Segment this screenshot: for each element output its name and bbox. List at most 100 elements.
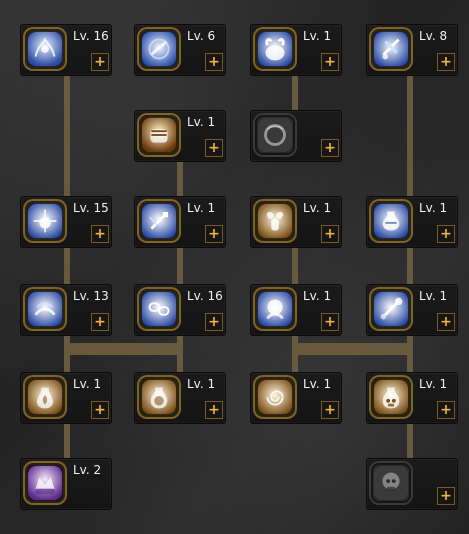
staff-icon-graphic <box>373 291 409 327</box>
skill-slot-r4c2[interactable]: Lv. 16 + <box>134 284 226 336</box>
plus-icon: + <box>324 140 336 156</box>
skill-slot-r1c3[interactable]: Lv. 1 + <box>250 24 342 76</box>
skill-plus-button[interactable]: + <box>321 139 339 157</box>
orb-icon-graphic <box>257 291 293 327</box>
skill-level: Lv. 1 <box>303 29 332 43</box>
skill-plus-button[interactable]: + <box>91 313 109 331</box>
locked-skull-icon-graphic <box>373 465 409 501</box>
ram-horns-icon[interactable] <box>253 199 297 243</box>
arrow-burst-icon[interactable] <box>137 199 181 243</box>
skill-plus-button[interactable]: + <box>91 53 109 71</box>
plus-icon: + <box>208 140 220 156</box>
skill-slot-r5c2[interactable]: Lv. 1 + <box>134 372 226 424</box>
fist-icon-graphic <box>141 117 177 153</box>
plus-icon: + <box>440 314 452 330</box>
plus-icon: + <box>324 314 336 330</box>
skill-plus-button[interactable]: + <box>91 225 109 243</box>
spiral-icon-graphic <box>257 379 293 415</box>
skill-plus-button[interactable]: + <box>205 401 223 419</box>
orb-icon[interactable] <box>253 287 297 331</box>
potion-blue-icon-graphic <box>373 203 409 239</box>
plus-icon: + <box>94 314 106 330</box>
skill-level: Lv. 1 <box>187 201 216 215</box>
blade-swirl-icon[interactable] <box>137 27 181 71</box>
skill-slot-r3c3[interactable]: Lv. 1 + <box>250 196 342 248</box>
blade-swirl-icon-graphic <box>141 31 177 67</box>
locked-skull-icon[interactable] <box>369 461 413 505</box>
potion-blue-icon[interactable] <box>369 199 413 243</box>
fist-icon[interactable] <box>137 113 181 157</box>
chain-icon-graphic <box>141 291 177 327</box>
skill-slot-r4c1[interactable]: Lv. 13 + <box>20 284 112 336</box>
skill-level: Lv. 1 <box>303 289 332 303</box>
skill-plus-button[interactable]: + <box>437 313 455 331</box>
skull-flask-icon-graphic <box>373 379 409 415</box>
plus-icon: + <box>208 314 220 330</box>
scroll-blades-icon[interactable] <box>369 27 413 71</box>
skill-slot-r1c1[interactable]: Lv. 16 + <box>20 24 112 76</box>
shadow-crown-icon[interactable] <box>23 461 67 505</box>
skill-slot-r4c3[interactable]: Lv. 1 + <box>250 284 342 336</box>
spirit-totem-icon[interactable] <box>23 27 67 71</box>
skill-plus-button[interactable]: + <box>205 225 223 243</box>
skill-slot-r3c4[interactable]: Lv. 1 + <box>366 196 458 248</box>
skill-level: Lv. 16 <box>187 289 223 303</box>
flame-flask-icon[interactable] <box>23 375 67 419</box>
skill-level: Lv. 1 <box>303 377 332 391</box>
skill-slot-r5c3[interactable]: Lv. 1 + <box>250 372 342 424</box>
skill-slot-r5c4[interactable]: Lv. 1 + <box>366 372 458 424</box>
skill-slot-r1c4[interactable]: Lv. 8 + <box>366 24 458 76</box>
skill-slot-r4c4[interactable]: Lv. 1 + <box>366 284 458 336</box>
skill-slot-r3c1[interactable]: Lv. 15 + <box>20 196 112 248</box>
plus-icon: + <box>440 226 452 242</box>
skill-level: Lv. 13 <box>73 289 109 303</box>
skill-plus-button[interactable]: + <box>321 401 339 419</box>
light-burst-icon[interactable] <box>23 199 67 243</box>
plus-icon: + <box>324 226 336 242</box>
skill-level: Lv. 2 <box>73 463 102 477</box>
skill-slot-r6c4[interactable]: + <box>366 458 458 510</box>
plus-icon: + <box>440 488 452 504</box>
spirit-totem-icon-graphic <box>27 31 63 67</box>
skill-slot-r2c3[interactable]: + <box>250 110 342 162</box>
flame-flask-icon-graphic <box>27 379 63 415</box>
skill-slot-r6c1[interactable]: Lv. 2 <box>20 458 112 510</box>
locked-ring-icon[interactable] <box>253 113 297 157</box>
skill-plus-button[interactable]: + <box>437 487 455 505</box>
skill-level: Lv. 16 <box>73 29 109 43</box>
skill-level: Lv. 1 <box>419 289 448 303</box>
staff-icon[interactable] <box>369 287 413 331</box>
spiral-icon[interactable] <box>253 375 297 419</box>
skill-slot-r5c1[interactable]: Lv. 1 + <box>20 372 112 424</box>
scroll-blades-icon-graphic <box>373 31 409 67</box>
skill-plus-button[interactable]: + <box>205 313 223 331</box>
potion-gold-icon[interactable] <box>137 375 181 419</box>
shockwave-icon[interactable] <box>23 287 67 331</box>
skull-flask-icon[interactable] <box>369 375 413 419</box>
skill-plus-button[interactable]: + <box>205 139 223 157</box>
plus-icon: + <box>94 226 106 242</box>
skill-level: Lv. 1 <box>303 201 332 215</box>
locked-ring-icon-graphic <box>257 117 293 153</box>
skill-slot-r2c2[interactable]: Lv. 1 + <box>134 110 226 162</box>
chain-icon[interactable] <box>137 287 181 331</box>
plus-icon: + <box>208 402 220 418</box>
skill-plus-button[interactable]: + <box>321 313 339 331</box>
horned-helm-icon[interactable] <box>253 27 297 71</box>
skill-plus-button[interactable]: + <box>437 401 455 419</box>
skill-slot-r1c2[interactable]: Lv. 6 + <box>134 24 226 76</box>
skill-slot-r3c2[interactable]: Lv. 1 + <box>134 196 226 248</box>
skill-plus-button[interactable]: + <box>205 53 223 71</box>
skill-plus-button[interactable]: + <box>321 53 339 71</box>
skill-plus-button[interactable]: + <box>437 53 455 71</box>
horned-helm-icon-graphic <box>257 31 293 67</box>
skill-level: Lv. 8 <box>419 29 448 43</box>
skill-plus-button[interactable]: + <box>437 225 455 243</box>
skill-level: Lv. 1 <box>187 115 216 129</box>
plus-icon: + <box>94 402 106 418</box>
skill-plus-button[interactable]: + <box>321 225 339 243</box>
skill-level: Lv. 1 <box>419 201 448 215</box>
skill-plus-button[interactable]: + <box>91 401 109 419</box>
shadow-crown-icon-graphic <box>27 465 63 501</box>
plus-icon: + <box>94 54 106 70</box>
